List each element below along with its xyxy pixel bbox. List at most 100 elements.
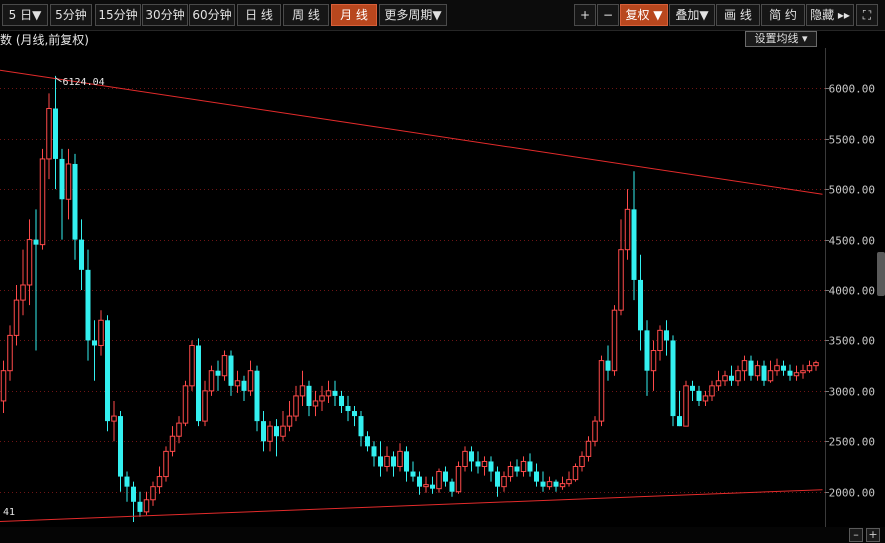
period-daily-button[interactable]: 日 线 xyxy=(237,4,281,26)
candle-body xyxy=(553,481,559,487)
zoom-in-button[interactable]: + xyxy=(866,528,880,542)
candle-body xyxy=(800,370,806,374)
candlestick-chart[interactable]: 6000.00 5500.00 5000.00 4500.00 4000.00 3500.… xyxy=(0,48,877,527)
candle-body xyxy=(118,416,123,477)
candle-body xyxy=(650,350,657,372)
candle-body xyxy=(495,471,500,487)
candle-body xyxy=(111,415,117,422)
period-5min-button[interactable]: 5分钟 xyxy=(50,4,92,26)
candle-body xyxy=(624,208,631,251)
candle-body xyxy=(598,360,605,422)
candle-body xyxy=(475,461,481,467)
candle-body xyxy=(520,460,527,473)
candle-body xyxy=(741,360,748,372)
candle-body xyxy=(722,375,728,382)
candle-body xyxy=(767,370,774,382)
fullscreen-button[interactable]: ⛶ xyxy=(856,4,878,26)
price-tick-label: 2500.00 xyxy=(829,436,875,449)
candle-body xyxy=(683,385,689,427)
candle-body xyxy=(352,411,357,417)
candle-body xyxy=(404,451,409,472)
candle-body xyxy=(631,209,637,280)
candle-body xyxy=(696,390,702,401)
candle-body xyxy=(566,479,572,485)
candle-body xyxy=(735,370,741,382)
candle-body xyxy=(729,375,734,381)
candle-body xyxy=(306,385,312,406)
candle-body xyxy=(527,461,533,472)
period-15min-button[interactable]: 15分钟 xyxy=(95,4,141,26)
candle-body xyxy=(664,330,669,341)
candle-body xyxy=(7,334,13,372)
chart-header: 数 (月线,前复权) 设置均线 ▾ xyxy=(0,30,885,48)
candle-body xyxy=(358,416,364,437)
candle-body xyxy=(417,476,422,487)
candle-body xyxy=(644,330,650,371)
candle-body xyxy=(293,395,299,417)
candle-body xyxy=(677,416,682,427)
bottom-bar: – + xyxy=(0,527,885,543)
candle-body xyxy=(534,471,539,482)
candle-body xyxy=(436,471,442,490)
candle-body xyxy=(339,395,344,406)
candle-body xyxy=(325,390,332,397)
candle-body xyxy=(79,239,84,270)
candle-body xyxy=(105,320,110,422)
candle-body xyxy=(793,372,800,377)
period-toolbar: 5 日▼ 5分钟 15分钟 30分钟 60分钟日 线周 线月 线更多周期▼ + − 复权 ▼… xyxy=(0,0,885,31)
price-tick-label: 2000.00 xyxy=(829,487,875,500)
chart-area[interactable]: 6000.00 5500.00 5000.00 4500.00 4000.00 3500.… xyxy=(0,48,877,531)
candle-body xyxy=(299,385,306,397)
candle-body xyxy=(514,466,520,472)
candle-body xyxy=(754,365,761,377)
candle-body xyxy=(59,158,65,200)
candle-body xyxy=(391,456,396,467)
price-tick-label: 4000.00 xyxy=(829,285,875,298)
candle-body xyxy=(546,481,553,488)
right-scroll-handle[interactable] xyxy=(877,252,885,296)
trendline-lower xyxy=(0,489,823,522)
candle-body xyxy=(618,249,624,311)
candle-body xyxy=(585,440,592,457)
period-30min-button[interactable]: 30分钟 xyxy=(142,4,188,26)
candle-body xyxy=(274,426,279,437)
draw-line-button[interactable]: 画 线 xyxy=(716,4,760,26)
price-tick-label: 4500.00 xyxy=(829,235,875,248)
trendline-upper xyxy=(0,69,823,195)
ma-settings-button[interactable]: 设置均线 ▾ xyxy=(745,31,817,47)
candle-body xyxy=(397,450,403,467)
candle-body xyxy=(365,436,370,447)
candle-body xyxy=(92,340,97,346)
simple-mode-button[interactable]: 简 约 xyxy=(761,4,805,26)
candle-body xyxy=(182,385,189,424)
zoom-minus-button[interactable]: − xyxy=(597,4,619,26)
candle-body xyxy=(787,370,793,376)
candle-body xyxy=(0,370,7,402)
candle-body xyxy=(579,455,585,467)
period-monthly-button[interactable]: 月 线 xyxy=(331,4,377,26)
candle-body xyxy=(806,365,813,372)
period-5day-button[interactable]: 5 日▼ xyxy=(2,4,48,26)
candle-body xyxy=(605,360,611,371)
candle-body xyxy=(208,370,215,392)
candle-body xyxy=(26,239,33,286)
candle-body xyxy=(611,309,618,372)
overlay-dropdown-button[interactable]: 叠加▼ xyxy=(669,4,715,26)
candle-body xyxy=(469,451,474,462)
candle-body xyxy=(247,370,254,392)
hide-button[interactable]: 隐藏 ▸▸ xyxy=(806,4,854,26)
candle-body xyxy=(455,465,462,493)
candle-body xyxy=(215,370,221,376)
candle-body xyxy=(137,501,143,512)
period-weekly-button[interactable]: 周 线 xyxy=(283,4,329,26)
price-tick-label: 5500.00 xyxy=(829,134,875,147)
candle-body xyxy=(443,471,448,482)
price-tick-label: 5000.00 xyxy=(829,184,875,197)
adjust-dropdown-button[interactable]: 复权 ▼ xyxy=(620,4,668,26)
zoom-out-button[interactable]: – xyxy=(849,528,863,542)
candle-body xyxy=(163,450,169,478)
zoom-plus-button[interactable]: + xyxy=(574,4,596,26)
period-more-button[interactable]: 更多周期▼ xyxy=(379,4,447,26)
candle-body xyxy=(572,465,579,481)
period-60min-button[interactable]: 60分钟 xyxy=(189,4,235,26)
